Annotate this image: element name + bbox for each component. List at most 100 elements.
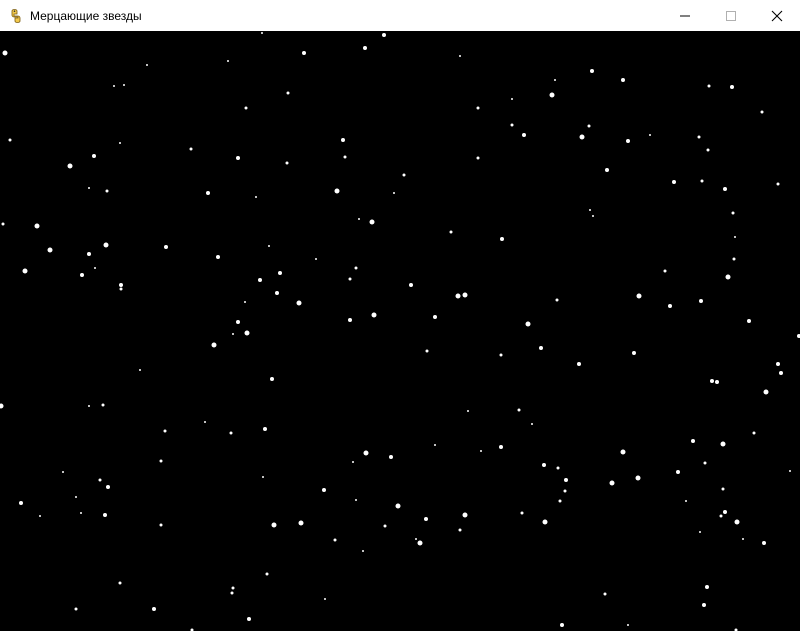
star — [271, 522, 277, 528]
star — [189, 147, 193, 151]
star — [462, 512, 468, 518]
star — [760, 110, 764, 114]
star — [691, 439, 695, 443]
star — [22, 268, 28, 274]
star — [719, 514, 723, 518]
maximize-button[interactable] — [708, 0, 754, 31]
star — [216, 255, 220, 259]
star — [734, 519, 740, 525]
star — [476, 106, 480, 110]
star — [227, 60, 229, 62]
star — [706, 148, 710, 152]
star — [707, 84, 711, 88]
star — [517, 408, 521, 412]
star — [542, 519, 548, 525]
star — [668, 304, 672, 308]
star — [721, 487, 725, 491]
star — [779, 371, 783, 375]
star — [510, 123, 514, 127]
star — [720, 441, 726, 447]
star — [352, 461, 354, 463]
star — [626, 139, 630, 143]
title-bar[interactable]: Мерцающие звезды — [0, 0, 800, 31]
star — [265, 572, 269, 576]
star — [363, 450, 369, 456]
star — [62, 471, 64, 473]
star — [589, 209, 591, 211]
star — [296, 300, 302, 306]
star — [119, 287, 123, 291]
star — [499, 445, 503, 449]
star — [152, 607, 156, 611]
minimize-icon — [680, 15, 690, 16]
star — [579, 134, 585, 140]
star — [236, 156, 240, 160]
star — [685, 500, 687, 502]
star — [355, 499, 357, 501]
close-icon — [771, 10, 783, 21]
star — [236, 320, 240, 324]
star — [725, 274, 731, 280]
star — [244, 106, 248, 110]
star — [520, 511, 524, 515]
star — [146, 64, 148, 66]
star — [577, 362, 581, 366]
star — [258, 278, 262, 282]
star — [88, 405, 90, 407]
starfield-canvas[interactable] — [0, 31, 800, 631]
star — [762, 541, 766, 545]
star — [424, 517, 428, 521]
star — [458, 528, 462, 532]
star — [0, 403, 4, 409]
star — [75, 496, 77, 498]
star — [270, 377, 274, 381]
star — [159, 459, 163, 463]
star — [244, 301, 246, 303]
star — [92, 154, 96, 158]
star — [723, 510, 727, 514]
star — [525, 321, 531, 327]
star — [119, 142, 121, 144]
star — [549, 92, 555, 98]
star — [649, 134, 651, 136]
starfield — [0, 32, 800, 631]
star — [459, 55, 461, 57]
star — [47, 247, 53, 253]
star — [433, 315, 437, 319]
star — [511, 98, 513, 100]
star — [105, 189, 109, 193]
star — [119, 283, 123, 287]
star — [113, 85, 115, 87]
star — [358, 218, 360, 220]
star — [563, 489, 567, 493]
star — [275, 291, 279, 295]
star — [343, 155, 347, 159]
star — [103, 513, 107, 517]
star — [730, 85, 734, 89]
star — [672, 180, 676, 184]
star — [34, 223, 40, 229]
star — [705, 585, 709, 589]
star — [382, 33, 386, 37]
star — [39, 515, 41, 517]
star — [247, 617, 251, 621]
star — [531, 423, 533, 425]
minimize-button[interactable] — [662, 0, 708, 31]
star — [286, 91, 290, 95]
star — [476, 156, 480, 160]
star — [699, 531, 701, 533]
star — [558, 499, 562, 503]
star — [262, 476, 264, 478]
star — [393, 192, 395, 194]
close-button[interactable] — [754, 0, 800, 31]
star — [603, 592, 607, 596]
star — [363, 46, 367, 50]
star — [556, 466, 560, 470]
star — [763, 389, 769, 395]
star — [389, 455, 393, 459]
star — [261, 32, 263, 34]
star — [723, 187, 727, 191]
star — [278, 271, 282, 275]
star — [2, 50, 8, 56]
star — [371, 312, 377, 318]
